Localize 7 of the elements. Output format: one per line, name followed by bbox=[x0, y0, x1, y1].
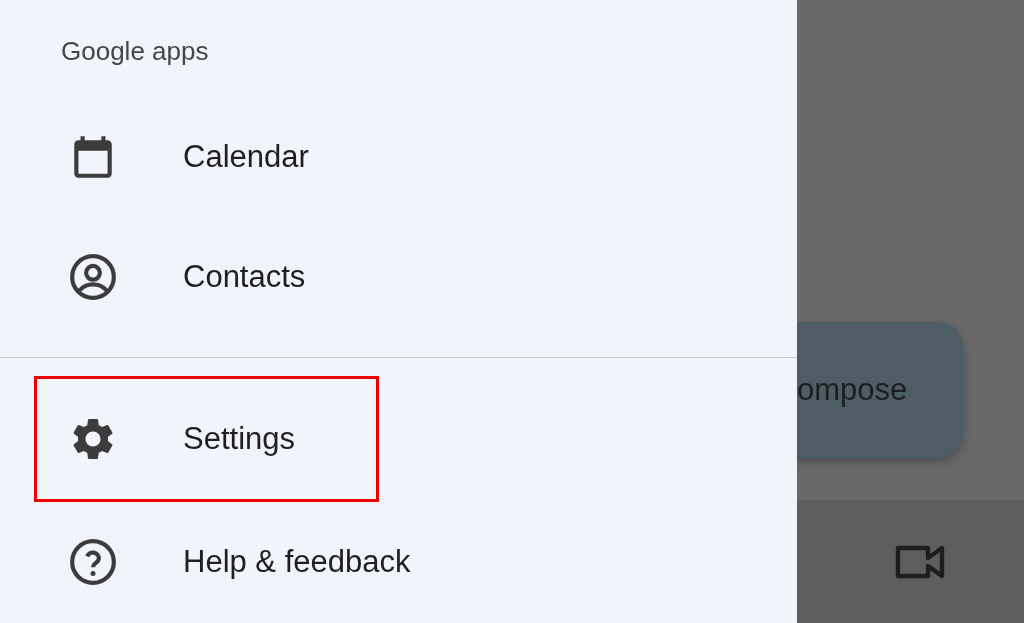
menu-item[interactable]: Help & feedback bbox=[34, 502, 434, 622]
menu-item[interactable]: Contacts bbox=[34, 217, 379, 337]
menu-item[interactable]: Calendar bbox=[34, 97, 379, 217]
person-circle-icon bbox=[68, 252, 118, 302]
section-title: Google apps bbox=[61, 36, 210, 68]
menu-item[interactable]: Settings bbox=[34, 376, 379, 502]
help-icon bbox=[68, 537, 118, 587]
